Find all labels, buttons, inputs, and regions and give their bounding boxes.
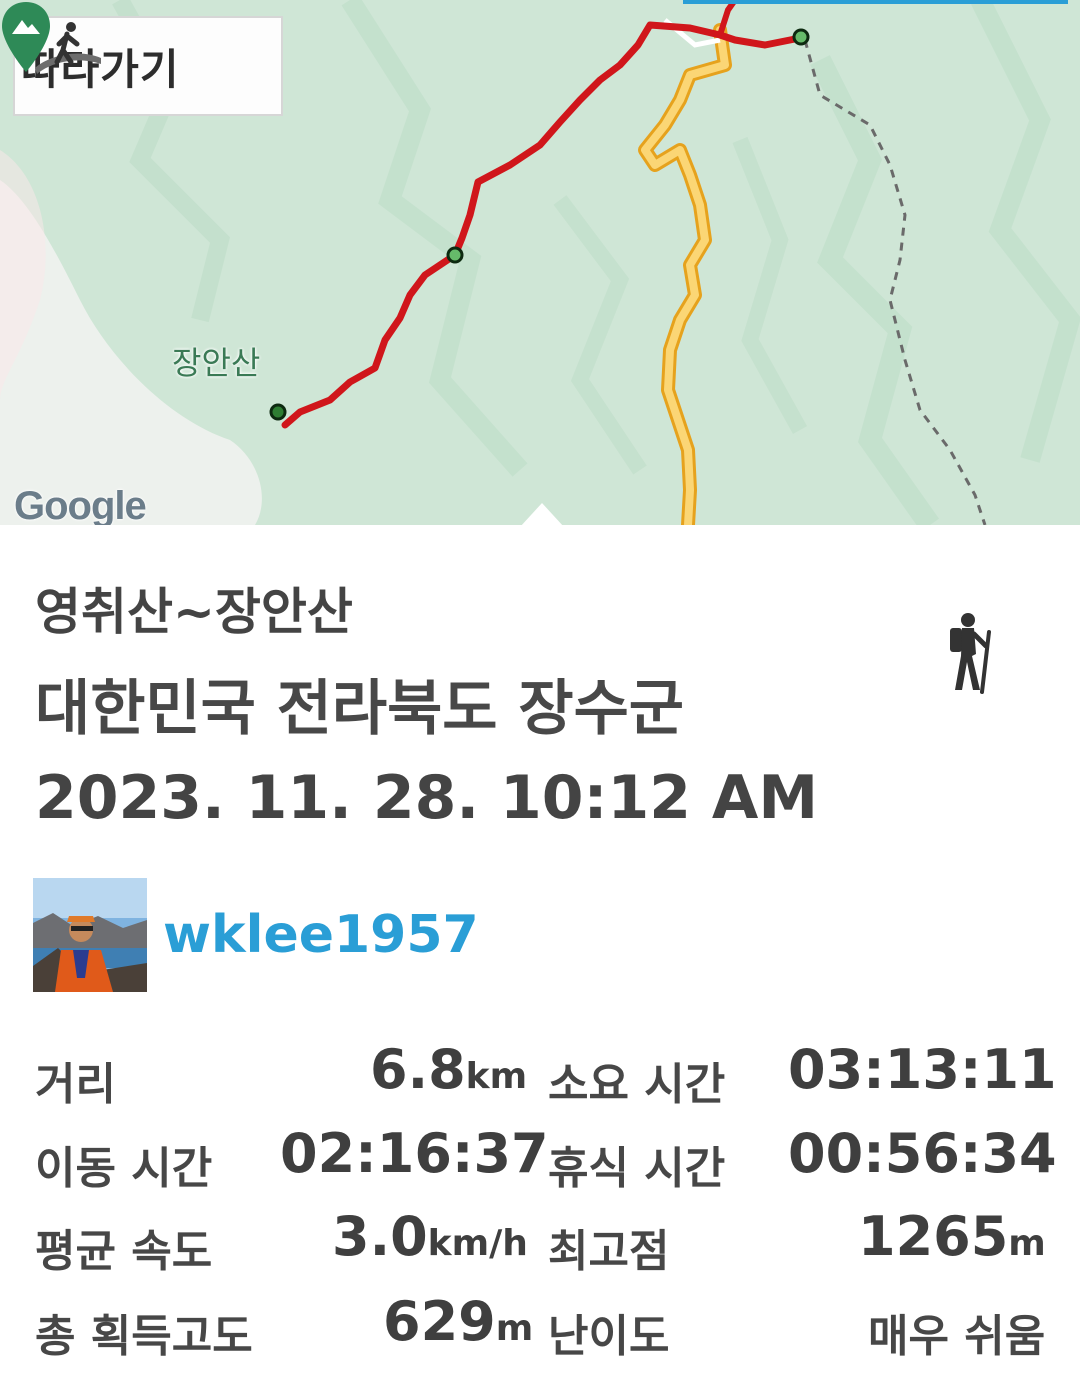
track-title: 영취산~장안산 — [35, 583, 353, 641]
rest-time-value: 00:56:34 — [788, 1122, 1057, 1185]
max-elevation-value: 1265 — [858, 1205, 1009, 1268]
panel-pointer — [520, 503, 564, 527]
avatar-photo — [33, 878, 147, 992]
moving-time-value: 02:16:37 — [280, 1122, 549, 1185]
max-elevation-value-group: 1265m — [858, 1205, 1046, 1268]
max-elevation-label: 최고점 — [548, 1226, 670, 1277]
avg-speed-value: 3.0 — [332, 1205, 428, 1268]
track-datetime: 2023. 11. 28. 10:12 AM — [35, 763, 819, 833]
username-link[interactable]: wklee1957 — [163, 905, 479, 965]
rest-time-label: 휴식 시간 — [548, 1143, 726, 1194]
follow-button[interactable]: 따라가기 — [13, 16, 283, 116]
distance-label: 거리 — [35, 1059, 116, 1110]
elevation-gain-value: 629 — [383, 1290, 496, 1353]
mountain-pin-icon[interactable] — [0, 0, 52, 80]
track-detail-page: 따라가기 장안산 Google 영취산~장안산 대한민국 전라북도 장수군 20… — [0, 0, 1080, 1379]
total-time-value: 03:13:11 — [788, 1038, 1057, 1101]
elevation-gain-value-group: 629m — [383, 1290, 533, 1353]
moving-time-label: 이동 시간 — [35, 1143, 213, 1194]
google-attribution: Google — [14, 484, 147, 525]
avg-speed-unit: km/h — [427, 1223, 528, 1264]
peak-label[interactable]: 장안산 — [172, 338, 260, 384]
hiker-icon — [950, 613, 991, 694]
top-accent-bar — [683, 0, 1068, 4]
distance-unit: km — [465, 1056, 528, 1097]
elevation-gain-unit: m — [495, 1308, 534, 1349]
distance-value: 6.8 — [370, 1038, 466, 1101]
max-elevation-unit: m — [1008, 1223, 1046, 1264]
map-view[interactable]: 따라가기 장안산 Google — [0, 0, 1080, 525]
track-location: 대한민국 전라북도 장수군 — [35, 674, 684, 744]
avatar[interactable] — [33, 878, 147, 992]
distance-value-group: 6.8km — [370, 1038, 527, 1101]
difficulty-value: 매우 쉬움 — [868, 1311, 1046, 1362]
total-time-label: 소요 시간 — [548, 1059, 726, 1110]
difficulty-label: 난이도 — [548, 1311, 670, 1362]
avg-speed-value-group: 3.0km/h — [332, 1205, 528, 1268]
elevation-gain-label: 총 획득고도 — [35, 1311, 253, 1362]
avg-speed-label: 평균 속도 — [35, 1226, 213, 1277]
